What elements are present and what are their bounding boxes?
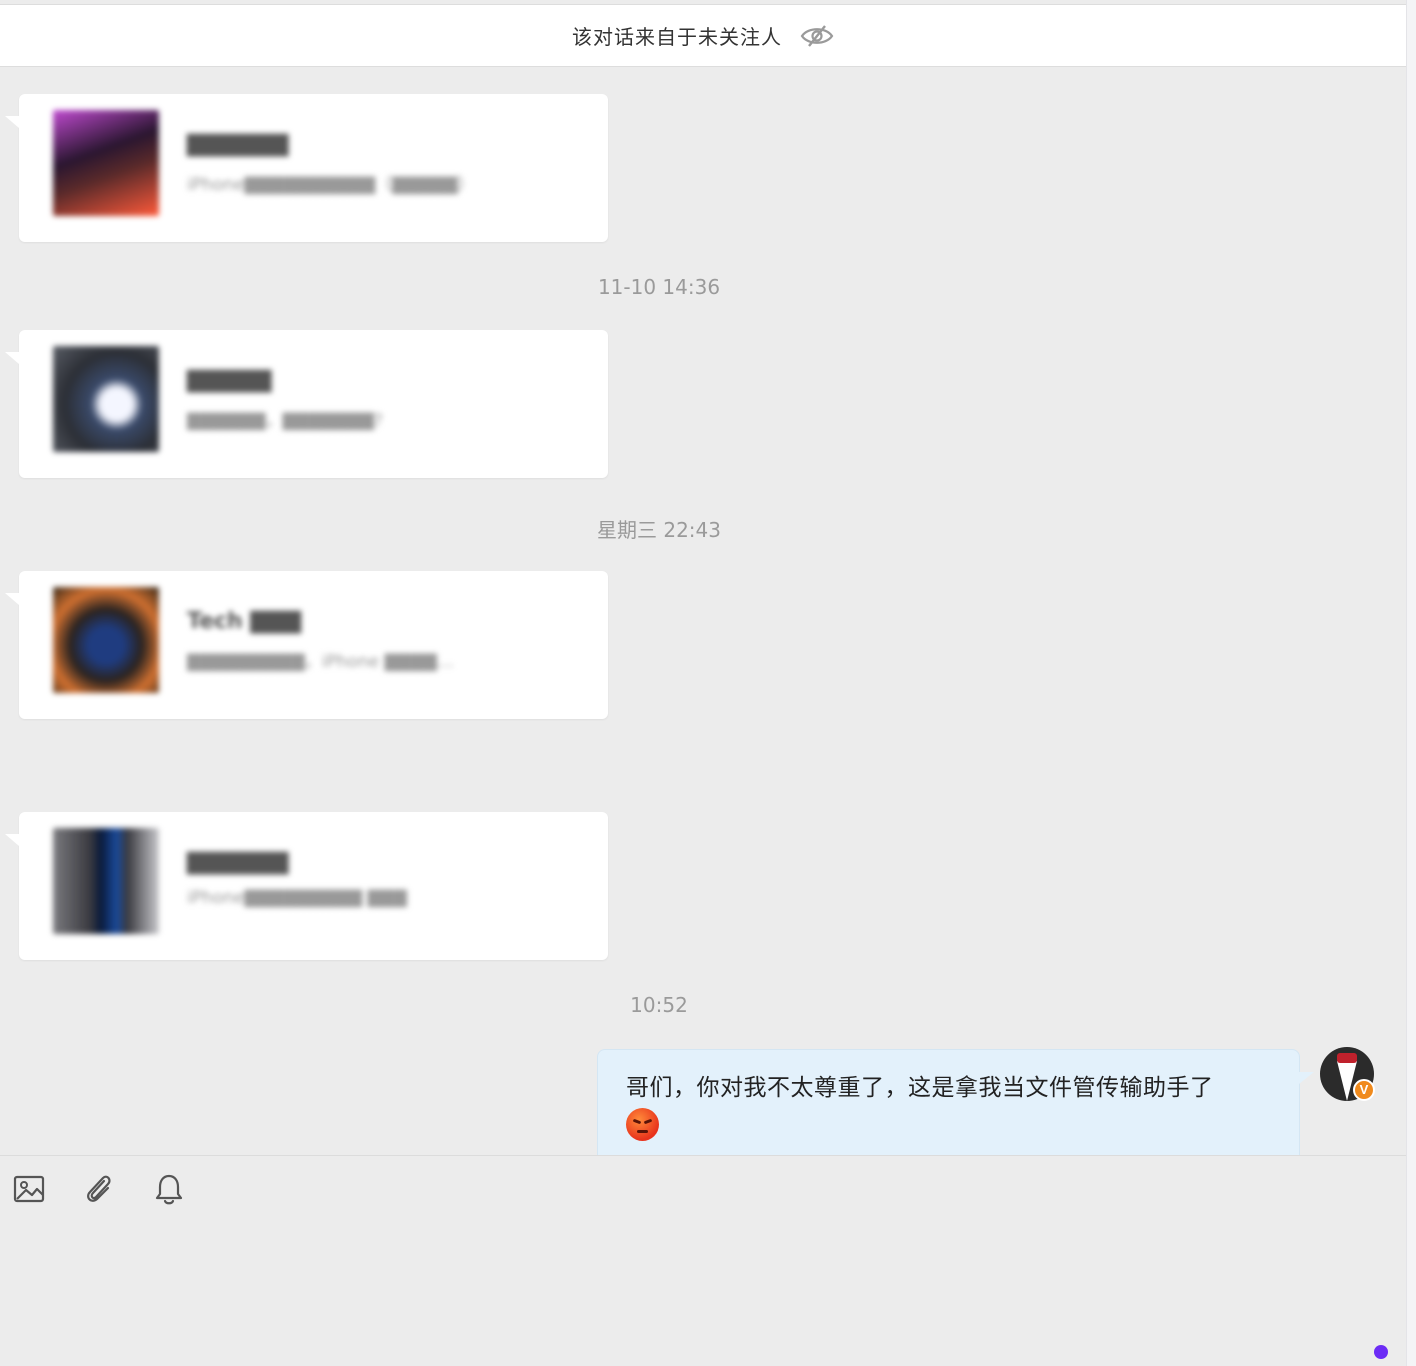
link-title: ▇▇▇▇▇▇ [187,850,289,875]
shared-link-card[interactable]: ▇▇▇▇▇▇ iPhone▇▇▇▇▇▇▇▇▇▇（▇▇▇▇▇） [5,94,608,242]
shared-link-card[interactable]: ▇▇▇▇▇▇ iPhone▇▇▇▇▇▇▇▇▇ ▇▇▇ [5,812,608,960]
link-title: ▇▇▇▇▇ [187,368,272,393]
link-thumbnail [53,828,159,934]
link-title: Tech ▇▇▇ [187,609,302,634]
link-thumbnail [53,587,159,693]
message-timestamp: 11-10 14:36 [597,275,721,299]
bow-tie-icon [1337,1053,1357,1063]
message-thread[interactable]: ▇▇▇▇▇▇ iPhone▇▇▇▇▇▇▇▇▇▇（▇▇▇▇▇） 11-10 14:… [0,67,1406,1155]
my-message-bubble[interactable]: 哥们，你对我不太尊重了，这是拿我当文件管传输助手了 [597,1049,1314,1155]
angry-face-emoji [626,1108,659,1141]
conversation-header: 该对话来自于未关注人 [0,5,1406,67]
verified-badge: V [1353,1079,1375,1101]
paperclip-icon[interactable] [80,1170,118,1208]
link-thumbnail [53,346,159,452]
message-timestamp: 10:52 [630,993,688,1017]
status-indicator [1374,1345,1388,1359]
message-timestamp: 星期三 22:43 [597,518,721,542]
eye-slash-icon[interactable] [800,23,834,49]
window-right-edge [1406,0,1416,1366]
link-title: ▇▇▇▇▇▇ [187,132,289,157]
link-thumbnail [53,110,159,216]
image-icon[interactable] [10,1170,48,1208]
stranger-notice: 该对话来自于未关注人 [572,25,782,49]
my-message-text: 哥们，你对我不太尊重了，这是拿我当文件管传输助手了 [626,1075,1214,1101]
shared-link-card[interactable]: ▇▇▇▇▇ ▇▇▇▇▇▇，▇▇▇▇▇▇▇? [5,330,608,478]
link-description: ▇▇▇▇▇▇，▇▇▇▇▇▇▇? [187,411,383,431]
bell-icon[interactable] [150,1170,188,1208]
message-composer[interactable] [0,1155,1406,1366]
link-description: iPhone▇▇▇▇▇▇▇▇▇ ▇▇▇ [187,888,407,908]
link-description: ▇▇▇▇▇▇▇▇▇，iPhone ▇▇▇▇… [187,652,454,672]
shared-link-card[interactable]: Tech ▇▇▇ ▇▇▇▇▇▇▇▇▇，iPhone ▇▇▇▇… [5,571,608,719]
link-description: iPhone▇▇▇▇▇▇▇▇▇▇（▇▇▇▇▇） [187,175,475,195]
